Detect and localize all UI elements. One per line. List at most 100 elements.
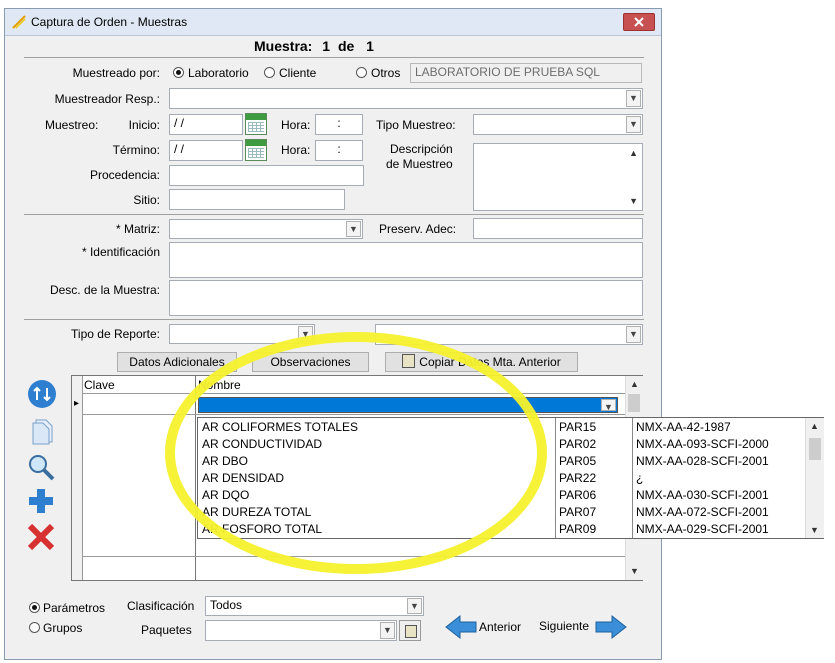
chevron-down-icon[interactable]: ▼ [626, 326, 641, 343]
column-header-clave[interactable]: Clave [84, 378, 115, 392]
dropdown-option[interactable]: AR FOSFORO TOTAL PAR09 NMX-AA-029-SCFI-200… [198, 521, 806, 538]
row-line [82, 393, 625, 394]
muestreo-label: Muestreo: [45, 118, 99, 132]
nombre-combo-selected[interactable]: ▼ [198, 397, 618, 413]
arrow-right-icon[interactable] [594, 614, 628, 640]
tipo-reporte-select-2[interactable]: ▼ [375, 324, 643, 345]
sample-counter: Muestra: 1 de 1 [254, 38, 374, 54]
radio-parametros[interactable] [29, 602, 40, 613]
dropdown-option-nombre: AR DENSIDAD [202, 471, 285, 485]
divider [24, 214, 644, 215]
chevron-down-icon[interactable]: ▼ [407, 598, 422, 614]
dropdown-option-clave: PAR05 [559, 454, 597, 468]
matriz-select[interactable]: ▼ [169, 219, 363, 239]
close-icon [634, 17, 644, 27]
scroll-up-icon[interactable]: ▲ [810, 421, 819, 431]
scroll-down-icon[interactable]: ▼ [810, 525, 819, 535]
descripcion-label-1: Descripción [390, 142, 453, 156]
tipo-muestreo-select[interactable]: ▼ [473, 114, 643, 135]
muestreador-resp-select[interactable]: ▼ [169, 88, 643, 109]
radio-cliente-label: Cliente [279, 66, 317, 80]
identificacion-field[interactable] [169, 242, 643, 278]
sample-total: 1 [366, 38, 374, 54]
hora-inicio-field[interactable]: : [315, 114, 363, 135]
column-header-nombre[interactable]: Nombre [198, 378, 241, 392]
scroll-down-icon[interactable]: ▼ [630, 566, 639, 576]
radio-cliente[interactable] [264, 67, 275, 78]
dropdown-option-clave: PAR09 [559, 522, 597, 536]
scroll-down-icon[interactable]: ▼ [629, 196, 638, 206]
datos-adicionales-button[interactable]: Datos Adicionales [117, 352, 237, 372]
termino-label: Término: [112, 143, 160, 157]
sample-current: 1 [322, 38, 331, 54]
desc-muestra-field[interactable] [169, 280, 643, 316]
close-button[interactable] [623, 13, 655, 31]
dropdown-option[interactable]: AR DENSIDAD PAR22 ¿ [198, 470, 806, 487]
radio-parametros-label: Parámetros [43, 601, 106, 615]
clipboard-icon [402, 354, 416, 368]
calendar-icon[interactable] [245, 113, 267, 135]
scroll-thumb[interactable] [628, 394, 640, 412]
chevron-down-icon[interactable]: ▼ [626, 116, 641, 133]
chevron-down-icon[interactable]: ▼ [601, 399, 616, 412]
paste-button[interactable] [399, 620, 421, 641]
chevron-down-icon[interactable]: ▼ [626, 90, 641, 107]
muestreado-por-field[interactable]: LABORATORIO DE PRUEBA SQL [410, 63, 642, 83]
title-bar: Captura de Orden - Muestras [5, 9, 661, 36]
dropdown-option-norma: NMX-AA-093-SCFI-2000 [636, 437, 769, 451]
anterior-label[interactable]: Anterior [479, 620, 521, 634]
delete-icon[interactable] [26, 522, 56, 552]
scroll-up-icon[interactable]: ▲ [629, 148, 638, 158]
dropdown-option[interactable]: AR DQO PAR06 NMX-AA-030-SCFI-2001 [198, 487, 806, 504]
arrow-left-icon[interactable] [444, 614, 478, 640]
calendar-icon[interactable] [245, 139, 267, 161]
dropdown-option-norma: NMX-AA-028-SCFI-2001 [636, 454, 769, 468]
chevron-down-icon[interactable]: ▼ [380, 622, 395, 639]
radio-otros-label: Otros [371, 66, 401, 80]
chevron-down-icon[interactable]: ▼ [346, 221, 361, 237]
descripcion-muestreo-textarea[interactable]: ▲ ▼ [473, 143, 643, 211]
dropdown-option-clave: PAR06 [559, 488, 597, 502]
nombre-dropdown-list[interactable]: AR COLIFORMES TOTALES PAR15 NMX-AA-42-1987… [197, 417, 824, 539]
copiar-datos-button[interactable]: Copiar Datos Mta. Anterior [385, 352, 578, 372]
scroll-up-icon[interactable]: ▲ [630, 379, 639, 389]
dropdown-scrollbar[interactable]: ▲ ▼ [805, 418, 824, 538]
add-icon[interactable] [26, 486, 56, 516]
hora-inicio-label: Hora: [281, 118, 311, 132]
radio-laboratorio[interactable] [173, 67, 184, 78]
paquetes-select[interactable]: ▼ [205, 620, 397, 641]
termino-date-field[interactable]: / / [169, 140, 243, 161]
clasificacion-select[interactable]: Todos ▼ [205, 596, 424, 616]
document-icon[interactable] [30, 417, 56, 445]
dropdown-option[interactable]: AR DBO PAR05 NMX-AA-028-SCFI-2001 [198, 453, 806, 470]
tipo-reporte-select[interactable]: ▼ [169, 324, 315, 344]
inicio-date-field[interactable]: / / [169, 114, 243, 135]
procedencia-label: Procedencia: [89, 168, 160, 182]
dropdown-option[interactable]: AR DUREZA TOTAL PAR07 NMX-AA-072-SCFI-2001 [198, 504, 806, 521]
dropdown-option[interactable]: AR CONDUCTIVIDAD PAR02 NMX-AA-093-SCFI-200… [198, 436, 806, 453]
hora-termino-field[interactable]: : [315, 140, 363, 161]
clasificacion-value: Todos [210, 598, 243, 612]
desc-muestra-label: Desc. de la Muestra: [49, 283, 160, 297]
chevron-down-icon[interactable]: ▼ [298, 326, 313, 342]
sort-icon[interactable] [28, 380, 56, 408]
paquetes-label: Paquetes [141, 623, 192, 637]
procedencia-field[interactable] [169, 165, 364, 186]
window-title: Captura de Orden - Muestras [31, 15, 188, 29]
sitio-field[interactable] [169, 189, 345, 210]
radio-grupos-label: Grupos [43, 621, 83, 635]
siguiente-label[interactable]: Siguiente [539, 619, 589, 633]
preserv-field[interactable] [473, 218, 643, 239]
dropdown-option-nombre: AR FOSFORO TOTAL [202, 522, 323, 536]
current-row-indicator: ▸ [74, 398, 80, 409]
muestreado-por-label: Muestreado por: [72, 66, 160, 80]
dropdown-option-nombre: AR DUREZA TOTAL [202, 505, 312, 519]
dropdown-option[interactable]: AR COLIFORMES TOTALES PAR15 NMX-AA-42-1987 [198, 419, 806, 436]
radio-otros[interactable] [356, 67, 367, 78]
search-icon[interactable] [26, 452, 56, 482]
radio-grupos[interactable] [29, 622, 40, 633]
radio-laboratorio-label: Laboratorio [188, 66, 249, 80]
observaciones-button[interactable]: Observaciones [252, 352, 369, 372]
scroll-thumb[interactable] [809, 438, 821, 460]
dropdown-option-nombre: AR CONDUCTIVIDAD [202, 437, 323, 451]
